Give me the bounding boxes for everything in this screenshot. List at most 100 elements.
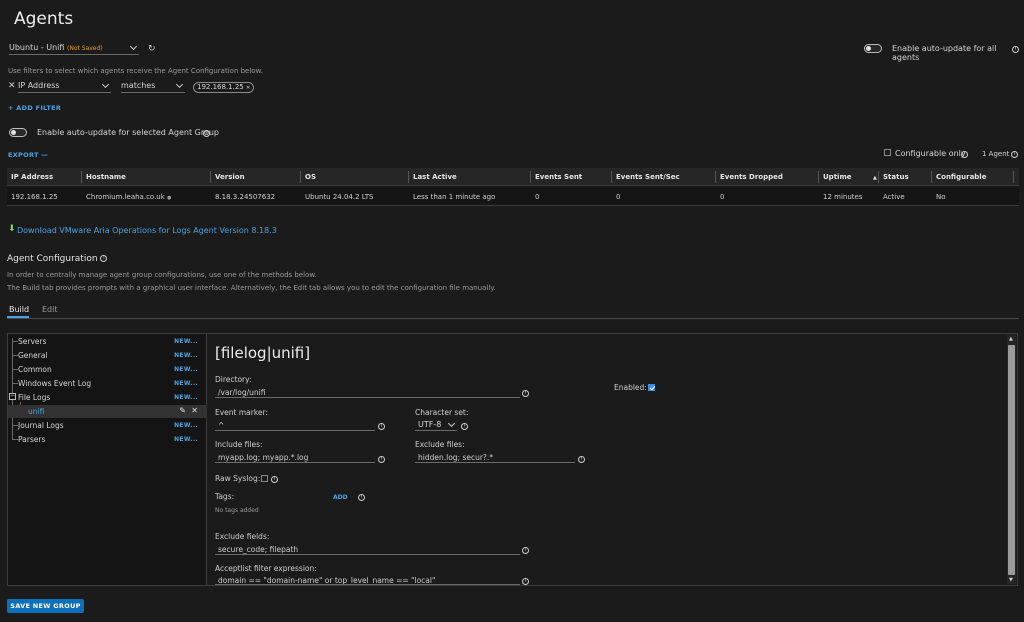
chip-close-icon[interactable]: ✕	[246, 85, 250, 91]
new-servers-button[interactable]: NEW...	[174, 338, 198, 345]
info-icon[interactable]: i	[522, 547, 529, 554]
tree-item-common[interactable]: Common NEW...	[8, 363, 207, 376]
remove-filter-icon[interactable]: ✕	[8, 81, 16, 91]
group-select[interactable]: Ubuntu - Unifi (Not Saved)	[9, 42, 139, 55]
info-icon[interactable]: i	[461, 423, 468, 430]
new-windows-event-log-button[interactable]: NEW...	[174, 380, 198, 387]
collapse-icon[interactable]: −	[9, 393, 16, 400]
info-icon[interactable]: i	[203, 130, 210, 137]
filter-field-select[interactable]: IP Address	[18, 80, 111, 93]
page-title: Agents	[14, 9, 74, 29]
download-agent-link[interactable]: Download VMware Aria Operations for Logs…	[17, 226, 277, 235]
delete-icon[interactable]: ✕	[191, 406, 198, 415]
tags-empty-text: No tags added	[215, 507, 259, 514]
cell-ip: 192.168.1.25	[11, 193, 58, 201]
info-icon[interactable]: i	[578, 456, 585, 463]
col-status[interactable]: Status	[883, 173, 909, 181]
agent-config-title: Agent Configuration	[7, 254, 98, 264]
tags-label: Tags:	[215, 492, 235, 501]
section-title: [filelog|unifi]	[215, 344, 311, 362]
refresh-icon[interactable]: ↻	[148, 44, 156, 54]
export-link[interactable]: EXPORT —	[8, 151, 48, 159]
col-ip[interactable]: IP Address	[11, 173, 53, 181]
scroll-up-icon[interactable]: ▲	[1009, 336, 1013, 342]
directory-input[interactable]: /var/log/unifi	[215, 387, 520, 398]
col-events-sent[interactable]: Events Sent	[535, 173, 582, 181]
group-name: Ubuntu - Unifi	[9, 43, 65, 52]
col-hostname[interactable]: Hostname	[86, 173, 126, 181]
info-icon[interactable]: i	[358, 494, 365, 501]
tab-edit[interactable]: Edit	[42, 305, 58, 314]
info-icon[interactable]: i	[1011, 151, 1018, 158]
new-parsers-button[interactable]: NEW...	[174, 436, 198, 443]
event-marker-label: Event marker:	[215, 408, 269, 417]
col-uptime[interactable]: Uptime	[823, 173, 851, 181]
new-file-logs-button[interactable]: NEW...	[174, 394, 198, 401]
info-icon[interactable]: i	[1012, 46, 1019, 53]
new-journal-logs-button[interactable]: NEW...	[174, 422, 198, 429]
agent-count: 1 Agent	[982, 150, 1010, 158]
chevron-down-icon	[447, 419, 456, 428]
include-files-label: Include files:	[215, 440, 263, 449]
include-files-input[interactable]: myapp.log; myapp.*.log	[215, 452, 375, 463]
event-marker-input[interactable]: ^	[215, 420, 375, 431]
info-icon[interactable]: i	[522, 578, 529, 585]
save-new-group-button[interactable]: SAVE NEW GROUP	[7, 599, 84, 613]
cell-last-active: Less than 1 minute ago	[413, 193, 496, 201]
auto-update-all-toggle[interactable]	[864, 44, 882, 53]
chevron-down-icon	[175, 80, 184, 89]
info-icon[interactable]: i	[100, 255, 108, 262]
tree-item-unifi[interactable]: unifi ✎ ✕	[8, 405, 207, 418]
new-general-button[interactable]: NEW...	[174, 352, 198, 359]
acceptlist-label: Acceptlist filter expression:	[215, 564, 317, 573]
filter-operator-select[interactable]: matches	[121, 80, 185, 93]
info-icon[interactable]: i	[961, 151, 968, 158]
exclude-files-input[interactable]: hidden.log; secur?.*	[415, 452, 575, 463]
auto-update-all-label: Enable auto-update for all agents	[892, 44, 997, 62]
charset-select[interactable]: UTF-8	[415, 419, 457, 431]
filter-operator-value: matches	[121, 81, 156, 90]
col-events-sent-sec[interactable]: Events Sent/Sec	[616, 173, 680, 181]
tree-item-servers[interactable]: Servers NEW...	[8, 335, 207, 348]
new-common-button[interactable]: NEW...	[174, 366, 198, 373]
tree-item-parsers[interactable]: Parsers NEW...	[8, 433, 207, 446]
scrollbar-thumb[interactable]	[1008, 345, 1015, 575]
info-icon[interactable]: i	[522, 390, 529, 397]
auto-update-group-toggle[interactable]	[9, 128, 27, 137]
col-last-active[interactable]: Last Active	[413, 173, 457, 181]
scroll-down-icon[interactable]: ▼	[1009, 577, 1013, 583]
tree-item-file-logs[interactable]: − File Logs NEW...	[8, 391, 207, 404]
info-icon[interactable]: i	[378, 456, 385, 463]
exclude-files-label: Exclude files:	[415, 440, 465, 449]
add-filter-link[interactable]: + ADD FILTER	[8, 104, 61, 112]
col-os[interactable]: OS	[305, 173, 316, 181]
tabs-divider	[7, 318, 1019, 319]
col-events-dropped[interactable]: Events Dropped	[720, 173, 783, 181]
charset-label: Character set:	[415, 408, 469, 417]
info-icon[interactable]: i	[378, 423, 385, 430]
edit-pencil-icon[interactable]: ✎	[179, 406, 186, 415]
configurable-only-checkbox[interactable]	[884, 149, 891, 156]
tree-item-journal-logs[interactable]: Journal Logs NEW...	[8, 419, 207, 432]
exclude-fields-input[interactable]: secure_code; filepath	[215, 544, 520, 555]
config-tree: Servers NEW... General NEW... Common NEW...…	[8, 334, 207, 585]
table-row[interactable]: 192.168.1.25 Chromium.leaha.co.uk ● 8.18…	[7, 187, 1019, 206]
col-version[interactable]: Version	[215, 173, 245, 181]
filter-value-chip[interactable]: 192.168.1.25 ✕	[193, 82, 255, 93]
sort-asc-icon[interactable]: ▲	[873, 175, 877, 181]
agent-config-heading: Agent Configuration i	[7, 254, 108, 264]
configurable-only-label: Configurable only	[895, 149, 966, 158]
raw-syslog-label: Raw Syslog:	[215, 474, 261, 483]
raw-syslog-checkbox[interactable]	[261, 475, 268, 482]
cell-hostname: Chromium.leaha.co.uk ●	[86, 193, 172, 201]
cell-events-sent: 0	[535, 193, 540, 201]
col-configurable[interactable]: Configurable	[936, 173, 986, 181]
tree-item-windows-event-log[interactable]: Windows Event Log NEW...	[8, 377, 207, 390]
tab-build[interactable]: Build	[9, 305, 29, 314]
tree-item-general[interactable]: General NEW...	[8, 349, 207, 362]
acceptlist-input[interactable]: domain == "domain-name" or top_level_nam…	[215, 576, 520, 585]
enabled-checkbox[interactable]	[648, 384, 655, 391]
add-tag-button[interactable]: ADD	[333, 494, 348, 501]
info-icon[interactable]: i	[271, 476, 278, 483]
info-dot-icon[interactable]: ●	[167, 195, 171, 201]
